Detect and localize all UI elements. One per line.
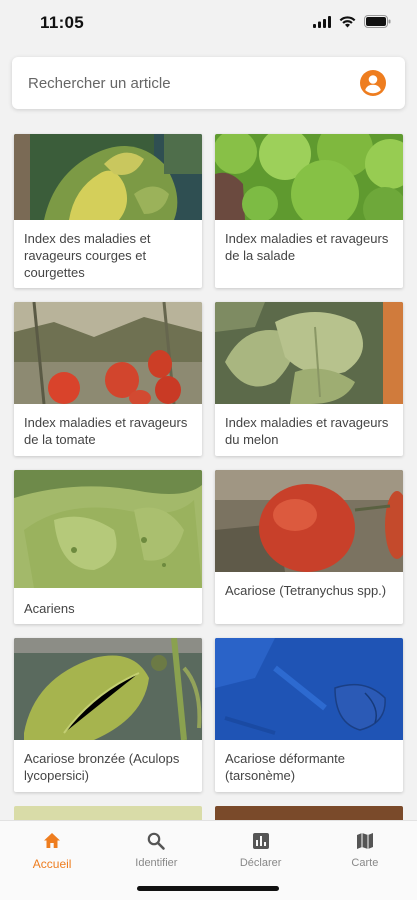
article-card[interactable]: Acariose déformante (tarsonème): [215, 638, 403, 792]
battery-icon: [364, 15, 391, 28]
article-image: [215, 638, 403, 740]
article-card[interactable]: Index des maladies et ravageurs courges …: [14, 134, 202, 288]
status-bar: 11:05: [0, 0, 417, 46]
article-image: [14, 638, 202, 740]
tab-label: Déclarer: [239, 857, 282, 869]
article-title: Acariens: [24, 601, 75, 616]
signal-icon: [313, 15, 331, 28]
status-time: 11:05: [40, 13, 85, 32]
article-card-partial[interactable]: [215, 806, 403, 820]
bar-chart-icon: [252, 833, 269, 849]
article-title: Acariose bronzée (Aculops lycopersici): [24, 751, 180, 783]
search-bar: [12, 57, 405, 109]
article-title: Acariose déformante (tarsonème): [225, 751, 345, 783]
article-card[interactable]: Acariens: [14, 470, 202, 624]
article-title: Acariose (Tetranychus spp.): [225, 583, 387, 598]
article-card[interactable]: Acariose bronzée (Aculops lycopersici): [14, 638, 202, 792]
article-card-partial[interactable]: [14, 806, 202, 820]
article-image: [215, 470, 403, 572]
tab-home[interactable]: Accueil: [0, 821, 104, 900]
home-indicator: [137, 886, 279, 891]
article-card[interactable]: Index maladies et ravageurs de la tomate: [14, 302, 202, 456]
article-title: Index des maladies et ravageurs courges …: [24, 231, 151, 280]
article-grid: Index des maladies et ravageurs courges …: [14, 134, 404, 792]
article-image: [14, 470, 202, 588]
search-input[interactable]: [28, 74, 359, 92]
article-card[interactable]: Acariose (Tetranychus spp.): [215, 470, 403, 624]
tab-label: Identifier: [135, 857, 178, 869]
article-grid-next-row: [14, 806, 404, 820]
account-icon[interactable]: [359, 69, 387, 97]
article-title: Index maladies et ravageurs de la tomate: [24, 415, 188, 447]
search-icon: [148, 832, 166, 850]
map-icon: [356, 833, 373, 849]
home-icon: [44, 833, 61, 848]
article-image: [14, 302, 202, 404]
status-icons: [313, 15, 391, 28]
article-image: [215, 302, 403, 404]
tab-map[interactable]: Carte: [313, 821, 417, 900]
article-card[interactable]: Index maladies et ravageurs du melon: [215, 302, 403, 456]
article-image: [14, 134, 202, 220]
tab-label: Accueil: [32, 857, 72, 871]
tab-label: Carte: [351, 857, 379, 869]
article-card[interactable]: Index maladies et ravageurs de la salade: [215, 134, 403, 288]
article-image: [215, 134, 403, 220]
wifi-icon: [339, 15, 356, 27]
article-title: Index maladies et ravageurs du melon: [225, 415, 389, 447]
article-title: Index maladies et ravageurs de la salade: [225, 231, 389, 263]
